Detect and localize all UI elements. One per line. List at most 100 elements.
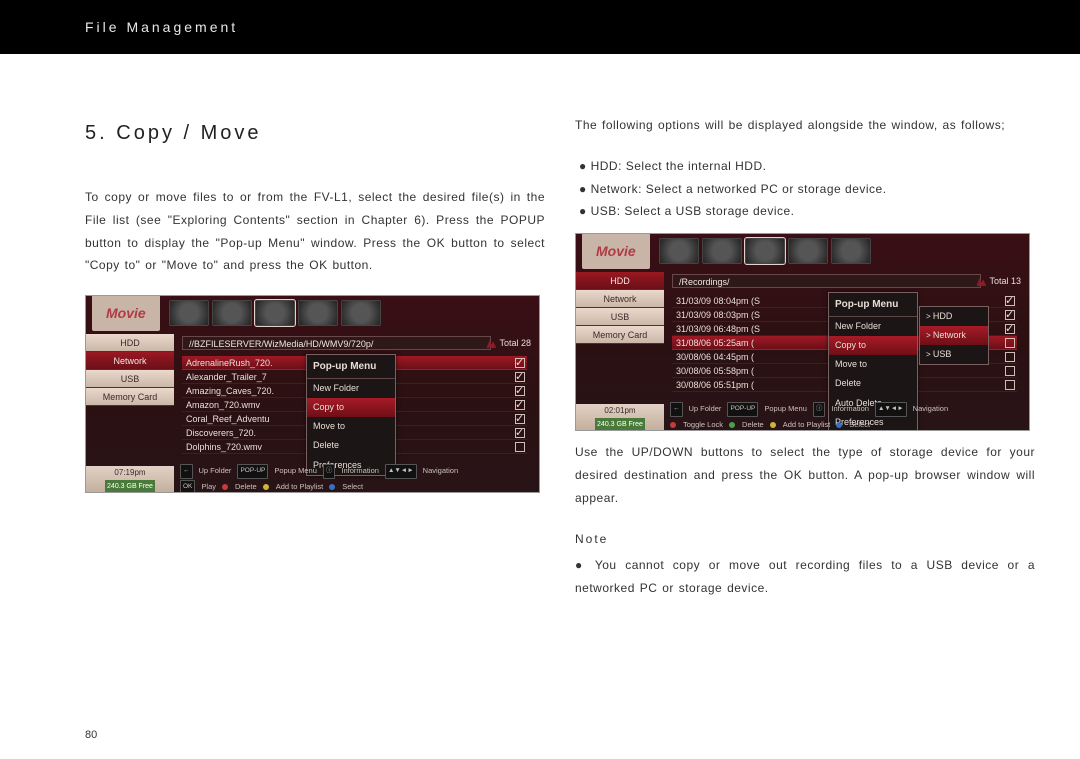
key-icon: OK: [180, 480, 195, 494]
status-right: ←Up Folder POP-UPPopup Menu ⓘInformation…: [664, 404, 1029, 430]
category-icon[interactable]: [788, 238, 828, 264]
checkbox-icon[interactable]: [1005, 380, 1015, 390]
checkbox-icon[interactable]: [515, 442, 525, 452]
status-left: 02:01pm 240.3 GB Free: [576, 404, 664, 430]
green-dot-icon: [729, 422, 735, 428]
note-heading: Note: [575, 528, 1035, 551]
mode-label: Movie: [582, 233, 650, 269]
key-icon: ←: [670, 402, 683, 416]
bullet-hdd: ● HDD: Select the internal HDD.: [575, 155, 1035, 178]
status-bar: 07:19pm 240.3 GB Free ←Up Folder POP-UPP…: [86, 466, 539, 492]
popup-menu: Pop-up Menu New Folder Copy to Move to D…: [306, 354, 396, 475]
red-dot-icon: [222, 484, 228, 490]
popup-item[interactable]: Move to: [307, 417, 395, 436]
category-icon[interactable]: [212, 300, 252, 326]
checkbox-icon[interactable]: [515, 386, 525, 396]
checkbox-icon[interactable]: [515, 414, 525, 424]
key-icon: POP-UP: [237, 464, 268, 478]
checkbox-icon[interactable]: [1005, 352, 1015, 362]
popup-title: Pop-up Menu: [829, 293, 917, 317]
free-space: 240.3 GB Free: [105, 480, 155, 493]
page-number: 80: [85, 729, 97, 741]
popup-item[interactable]: Delete: [829, 374, 917, 393]
category-icon[interactable]: [702, 238, 742, 264]
sidebar: HDD Network USB Memory Card: [576, 270, 664, 344]
top-toolbar: Movie: [86, 296, 539, 330]
destination-paragraph: Use the UP/DOWN buttons to select the ty…: [575, 441, 1035, 509]
key-icon: ⓘ: [323, 464, 336, 478]
key-icon: ▲▼◄►: [875, 402, 907, 416]
total-count: Total 13: [953, 274, 1025, 288]
popup-item[interactable]: New Folder: [307, 379, 395, 398]
sidebar-item-usb[interactable]: USB: [86, 370, 174, 388]
section-title-text: Copy / Move: [116, 122, 261, 144]
intro-paragraph: To copy or move files to or from the FV-…: [85, 186, 545, 277]
sidebar-item-hdd[interactable]: HDD: [576, 272, 664, 290]
popup-item[interactable]: Delete: [307, 436, 395, 455]
category-icon[interactable]: [745, 238, 785, 264]
total-count: Total 28: [463, 336, 535, 350]
category-icon[interactable]: [169, 300, 209, 326]
key-icon: POP-UP: [727, 402, 758, 416]
blue-dot-icon: [836, 422, 842, 428]
checkbox-icon[interactable]: [515, 372, 525, 382]
submenu-item[interactable]: Network: [920, 326, 988, 345]
category-icon[interactable]: [341, 300, 381, 326]
mode-label: Movie: [92, 295, 160, 331]
page-header: File Management: [0, 0, 1080, 54]
popup-title: Pop-up Menu: [307, 355, 395, 379]
sidebar-item-hdd[interactable]: HDD: [86, 334, 174, 352]
category-icon[interactable]: [298, 300, 338, 326]
free-space: 240.3 GB Free: [595, 418, 645, 431]
key-icon: ▲▼◄►: [385, 464, 417, 478]
sidebar-item-memcard[interactable]: Memory Card: [86, 388, 174, 406]
status-left: 07:19pm 240.3 GB Free: [86, 466, 174, 492]
screenshot-left: Movie HDD Network USB Memory Card //BZFI…: [85, 295, 540, 493]
category-icon[interactable]: [255, 300, 295, 326]
red-dot-icon: [670, 422, 676, 428]
right-column: The following options will be displayed …: [575, 114, 1035, 759]
clock: 07:19pm: [114, 465, 145, 480]
category-icon[interactable]: [659, 238, 699, 264]
key-icon: ⓘ: [813, 402, 826, 416]
path-bar: /Recordings/: [672, 274, 981, 288]
submenu: HDD Network USB: [919, 306, 989, 365]
status-right: ←Up Folder POP-UPPopup Menu ⓘInformation…: [174, 466, 539, 492]
category-icon[interactable]: [831, 238, 871, 264]
sidebar: HDD Network USB Memory Card: [86, 332, 174, 406]
sidebar-item-memcard[interactable]: Memory Card: [576, 326, 664, 344]
checkbox-icon[interactable]: [1005, 366, 1015, 376]
screenshot-right: Movie HDD Network USB Memory Card /Recor…: [575, 233, 1030, 431]
yellow-dot-icon: [770, 422, 776, 428]
options-intro: The following options will be displayed …: [575, 114, 1035, 137]
submenu-item[interactable]: HDD: [920, 307, 988, 326]
checkbox-icon[interactable]: [1005, 310, 1015, 320]
popup-item[interactable]: Copy to: [829, 336, 917, 355]
sidebar-item-network[interactable]: Network: [86, 352, 174, 370]
popup-item[interactable]: Move to: [829, 355, 917, 374]
sidebar-item-usb[interactable]: USB: [576, 308, 664, 326]
popup-item[interactable]: New Folder: [829, 317, 917, 336]
blue-dot-icon: [329, 484, 335, 490]
status-bar: 02:01pm 240.3 GB Free ←Up Folder POP-UPP…: [576, 404, 1029, 430]
top-toolbar: Movie: [576, 234, 1029, 268]
checkbox-icon[interactable]: [515, 428, 525, 438]
submenu-item[interactable]: USB: [920, 345, 988, 364]
sidebar-item-network[interactable]: Network: [576, 290, 664, 308]
section-number: 5.: [85, 122, 108, 144]
checkbox-icon[interactable]: [1005, 324, 1015, 334]
checkbox-icon[interactable]: [515, 358, 525, 368]
yellow-dot-icon: [263, 484, 269, 490]
section-heading: 5. Copy / Move: [85, 114, 545, 152]
left-column: 5. Copy / Move To copy or move files to …: [85, 114, 545, 759]
note-bullet: ● You cannot copy or move out recording …: [575, 554, 1035, 600]
header-title: File Management: [85, 19, 238, 35]
clock: 02:01pm: [604, 403, 635, 418]
popup-item[interactable]: Copy to: [307, 398, 395, 417]
checkbox-icon[interactable]: [515, 400, 525, 410]
checkbox-icon[interactable]: [1005, 296, 1015, 306]
checkbox-icon[interactable]: [1005, 338, 1015, 348]
bullet-usb: ● USB: Select a USB storage device.: [575, 200, 1035, 223]
key-icon: ←: [180, 464, 193, 478]
bullet-network: ● Network: Select a networked PC or stor…: [575, 178, 1035, 201]
